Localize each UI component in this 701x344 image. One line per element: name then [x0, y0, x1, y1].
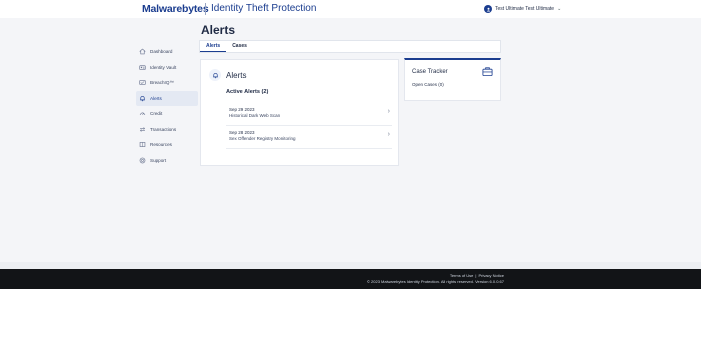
breach-icon: [139, 79, 146, 86]
sidebar-item-label: Transactions: [150, 126, 177, 132]
sidebar-item-label: Dashboard: [150, 49, 173, 55]
footer: Terms of Use | Privacy Notice © 2023 Malwa…: [0, 269, 701, 289]
tab-cases[interactable]: Cases: [226, 41, 253, 52]
bell-icon: [209, 69, 221, 81]
sidebar-item-label: Support: [150, 157, 167, 163]
sidebar-item-credit[interactable]: Credit: [136, 106, 198, 122]
sidebar-item-support[interactable]: Support: [136, 153, 198, 169]
home-icon: [139, 48, 146, 55]
credit-icon: [139, 110, 146, 117]
page-title: Alerts: [201, 23, 236, 37]
main-content: Alerts Dashboard Identity Vault BreachIQ…: [0, 18, 701, 262]
alert-description: Historical Dark Web Scan: [229, 113, 281, 118]
user-avatar-icon: [484, 5, 492, 13]
sidebar-item-identity-vault[interactable]: Identity Vault: [136, 60, 198, 76]
sidebar-item-dashboard[interactable]: Dashboard: [136, 44, 198, 60]
footer-links: Terms of Use | Privacy Notice: [450, 273, 504, 278]
alerts-card-title: Alerts: [226, 70, 247, 80]
chevron-down-icon: ⌄: [557, 6, 562, 12]
alert-description: Sex Offender Registry Monitoring: [229, 136, 296, 141]
sidebar-item-alerts[interactable]: Alerts: [136, 90, 198, 106]
alert-date: Sep 29 2023: [229, 107, 255, 112]
active-alerts-heading: Active Alerts (2): [226, 89, 269, 95]
product-name: Identity Theft Protection: [211, 3, 317, 14]
footer-spacer: [0, 262, 701, 269]
copyright-text: © 2023 Malwarebytes Identity Protection.…: [366, 279, 504, 284]
sidebar-item-label: Alerts: [150, 95, 162, 101]
list-item[interactable]: Sep 29 2023 Historical Dark Web Scan ›: [226, 103, 392, 126]
briefcase-icon: [482, 67, 493, 77]
alert-list: Sep 29 2023 Historical Dark Web Scan › S…: [226, 103, 392, 149]
sidebar-item-label: Resources: [150, 142, 172, 148]
alert-date: Sep 28 2023: [229, 130, 255, 135]
list-item[interactable]: Sep 28 2023 Sex Offender Registry Monito…: [226, 126, 392, 149]
resources-icon: [139, 141, 146, 148]
sidebar-nav: Dashboard Identity Vault BreachIQ™ Alert…: [136, 44, 198, 168]
sidebar-item-breachiq[interactable]: BreachIQ™: [136, 75, 198, 91]
header-divider: [205, 3, 206, 15]
sidebar-item-label: Credit: [150, 111, 163, 117]
top-header: Malwarebytes Identity Theft Protection T…: [0, 0, 701, 19]
bell-icon: [139, 95, 146, 102]
alerts-card: Alerts Active Alerts (2) Sep 29 2023 His…: [200, 59, 399, 166]
open-cases-count: Open Cases (0): [412, 82, 444, 87]
alerts-tabs: Alerts Cases: [199, 40, 501, 53]
user-menu[interactable]: Test Ultimate Test Ultimate ⌄: [484, 4, 561, 14]
sidebar-item-label: BreachIQ™: [150, 80, 174, 86]
terms-link[interactable]: Terms of Use: [450, 273, 474, 278]
id-card-icon: [139, 64, 146, 71]
case-tracker-title: Case Tracker: [412, 69, 448, 75]
sidebar-item-resources[interactable]: Resources: [136, 137, 198, 153]
case-tracker-card[interactable]: Case Tracker Open Cases (0): [404, 58, 501, 101]
sidebar-item-label: Identity Vault: [150, 64, 177, 70]
tab-alerts[interactable]: Alerts: [200, 41, 227, 52]
sidebar-item-transactions[interactable]: Transactions: [136, 122, 198, 138]
chevron-right-icon: ›: [387, 131, 390, 138]
brand-logo[interactable]: Malwarebytes: [142, 3, 209, 15]
user-name: Test Ultimate Test Ultimate: [495, 6, 555, 12]
chevron-right-icon: ›: [387, 108, 390, 115]
support-icon: [139, 157, 146, 164]
alerts-card-header: Alerts: [209, 69, 246, 81]
transactions-icon: [139, 126, 146, 133]
privacy-link[interactable]: Privacy Notice: [478, 273, 504, 278]
